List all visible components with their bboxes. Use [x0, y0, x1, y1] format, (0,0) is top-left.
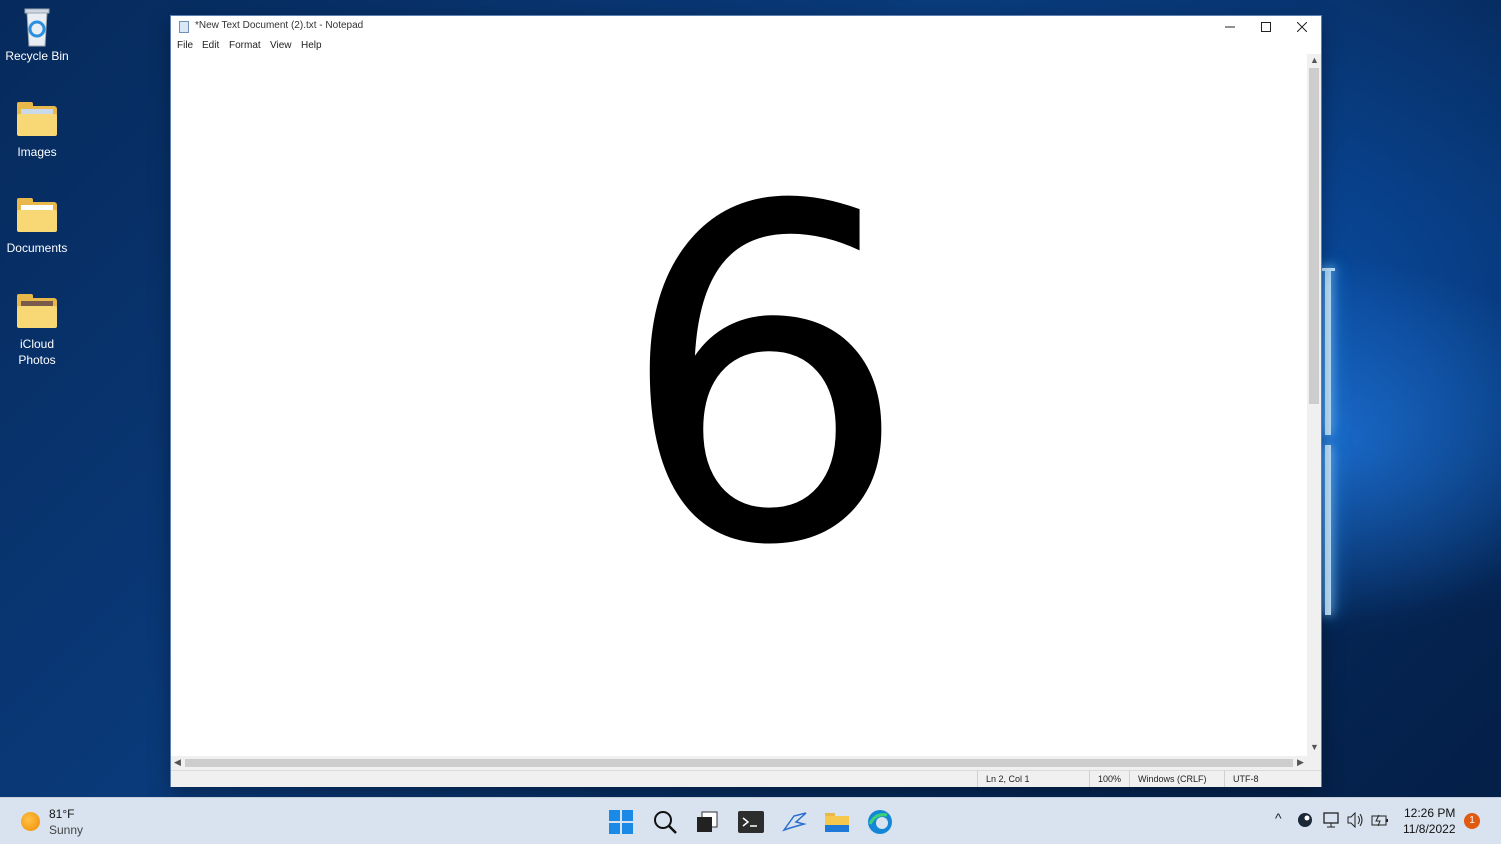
- menu-edit[interactable]: Edit: [202, 40, 219, 51]
- desktop-icon-label: Documents: [6, 241, 68, 255]
- scroll-right-icon[interactable]: ▶: [1297, 757, 1304, 768]
- volume-icon[interactable]: [1347, 811, 1365, 831]
- weather-temperature: 81°F: [49, 807, 75, 821]
- battery-icon[interactable]: [1371, 812, 1389, 831]
- clock-date: 11/8/2022: [1403, 822, 1456, 836]
- task-view-icon: [697, 811, 718, 832]
- network-icon[interactable]: [1323, 812, 1341, 831]
- desktop-icon-label: Recycle Bin: [5, 49, 69, 63]
- scroll-down-icon[interactable]: ▼: [1310, 742, 1319, 752]
- recycle-bin-icon: [15, 4, 59, 47]
- show-hidden-icons-chevron-icon[interactable]: ^: [1275, 810, 1282, 826]
- desktop-icon-label: Images: [17, 145, 57, 159]
- search-icon: [654, 811, 677, 834]
- edge-button[interactable]: [866, 808, 894, 836]
- scroll-left-icon[interactable]: ◀: [174, 757, 181, 768]
- status-position: Ln 2, Col 1: [977, 771, 1089, 787]
- status-line-ending: Windows (CRLF): [1129, 771, 1224, 787]
- steam-tray-icon[interactable]: [1297, 812, 1313, 831]
- start-icon: [609, 810, 633, 834]
- title-bar[interactable]: *New Text Document (2).txt - Notepad: [171, 16, 1321, 38]
- minimize-button[interactable]: [1212, 16, 1248, 38]
- maximize-icon: [1261, 22, 1271, 32]
- sunny-weather-icon: [21, 812, 40, 831]
- horizontal-scrollbar[interactable]: ◀ ▶: [171, 756, 1307, 770]
- desktop-icon-documents[interactable]: Documents: [0, 196, 74, 256]
- task-view-button[interactable]: [693, 808, 721, 836]
- scroll-corner: [1307, 756, 1321, 770]
- text-editor[interactable]: 6: [171, 54, 1307, 756]
- close-button[interactable]: [1284, 16, 1320, 38]
- menu-bar: File Edit Format View Help: [171, 38, 1321, 55]
- status-zoom: 100%: [1089, 771, 1129, 787]
- folder-icon: [15, 100, 59, 140]
- notepad-icon: [179, 21, 189, 33]
- terminal-button[interactable]: [737, 808, 765, 836]
- taskbar: 81°F Sunny ^ 12:26 PM 11/8/2022 1: [0, 797, 1501, 844]
- desktop-icon-icloud-photos[interactable]: iCloud Photos: [0, 292, 74, 368]
- scroll-up-icon[interactable]: ▲: [1310, 55, 1319, 65]
- clock-time: 12:26 PM: [1404, 806, 1456, 820]
- weather-condition: Sunny: [49, 823, 84, 837]
- app-icon: [782, 812, 807, 832]
- window-title: *New Text Document (2).txt - Notepad: [195, 20, 364, 31]
- taskbar-app-button[interactable]: [781, 808, 809, 836]
- search-button[interactable]: [651, 808, 679, 836]
- start-button[interactable]: [607, 808, 635, 836]
- notification-badge[interactable]: 1: [1464, 813, 1480, 829]
- maximize-button[interactable]: [1248, 16, 1284, 38]
- edge-icon: [868, 810, 892, 834]
- file-explorer-button[interactable]: [823, 808, 851, 836]
- close-icon: [1297, 22, 1307, 32]
- desktop-icon-label: iCloud Photos: [18, 337, 56, 367]
- vertical-scrollbar[interactable]: ▲ ▼: [1307, 54, 1321, 756]
- minimize-icon: [1225, 26, 1235, 28]
- desktop-icon-recycle-bin[interactable]: Recycle Bin: [0, 4, 74, 64]
- folder-icon: [15, 292, 59, 332]
- status-bar: Ln 2, Col 1 100% Windows (CRLF) UTF-8: [171, 770, 1321, 787]
- vertical-scroll-thumb[interactable]: [1309, 68, 1319, 404]
- folder-icon: [15, 196, 59, 236]
- terminal-icon: [738, 811, 764, 833]
- menu-help[interactable]: Help: [301, 40, 322, 51]
- desktop-icon-images[interactable]: Images: [0, 100, 74, 160]
- menu-file[interactable]: File: [177, 40, 193, 51]
- status-encoding: UTF-8: [1224, 771, 1321, 787]
- file-explorer-icon: [825, 813, 849, 832]
- menu-format[interactable]: Format: [229, 40, 261, 51]
- menu-view[interactable]: View: [270, 40, 292, 51]
- editor-content: 6: [617, 111, 911, 646]
- notepad-window: *New Text Document (2).txt - Notepad Fil…: [171, 16, 1321, 787]
- horizontal-scroll-thumb[interactable]: [185, 759, 1293, 767]
